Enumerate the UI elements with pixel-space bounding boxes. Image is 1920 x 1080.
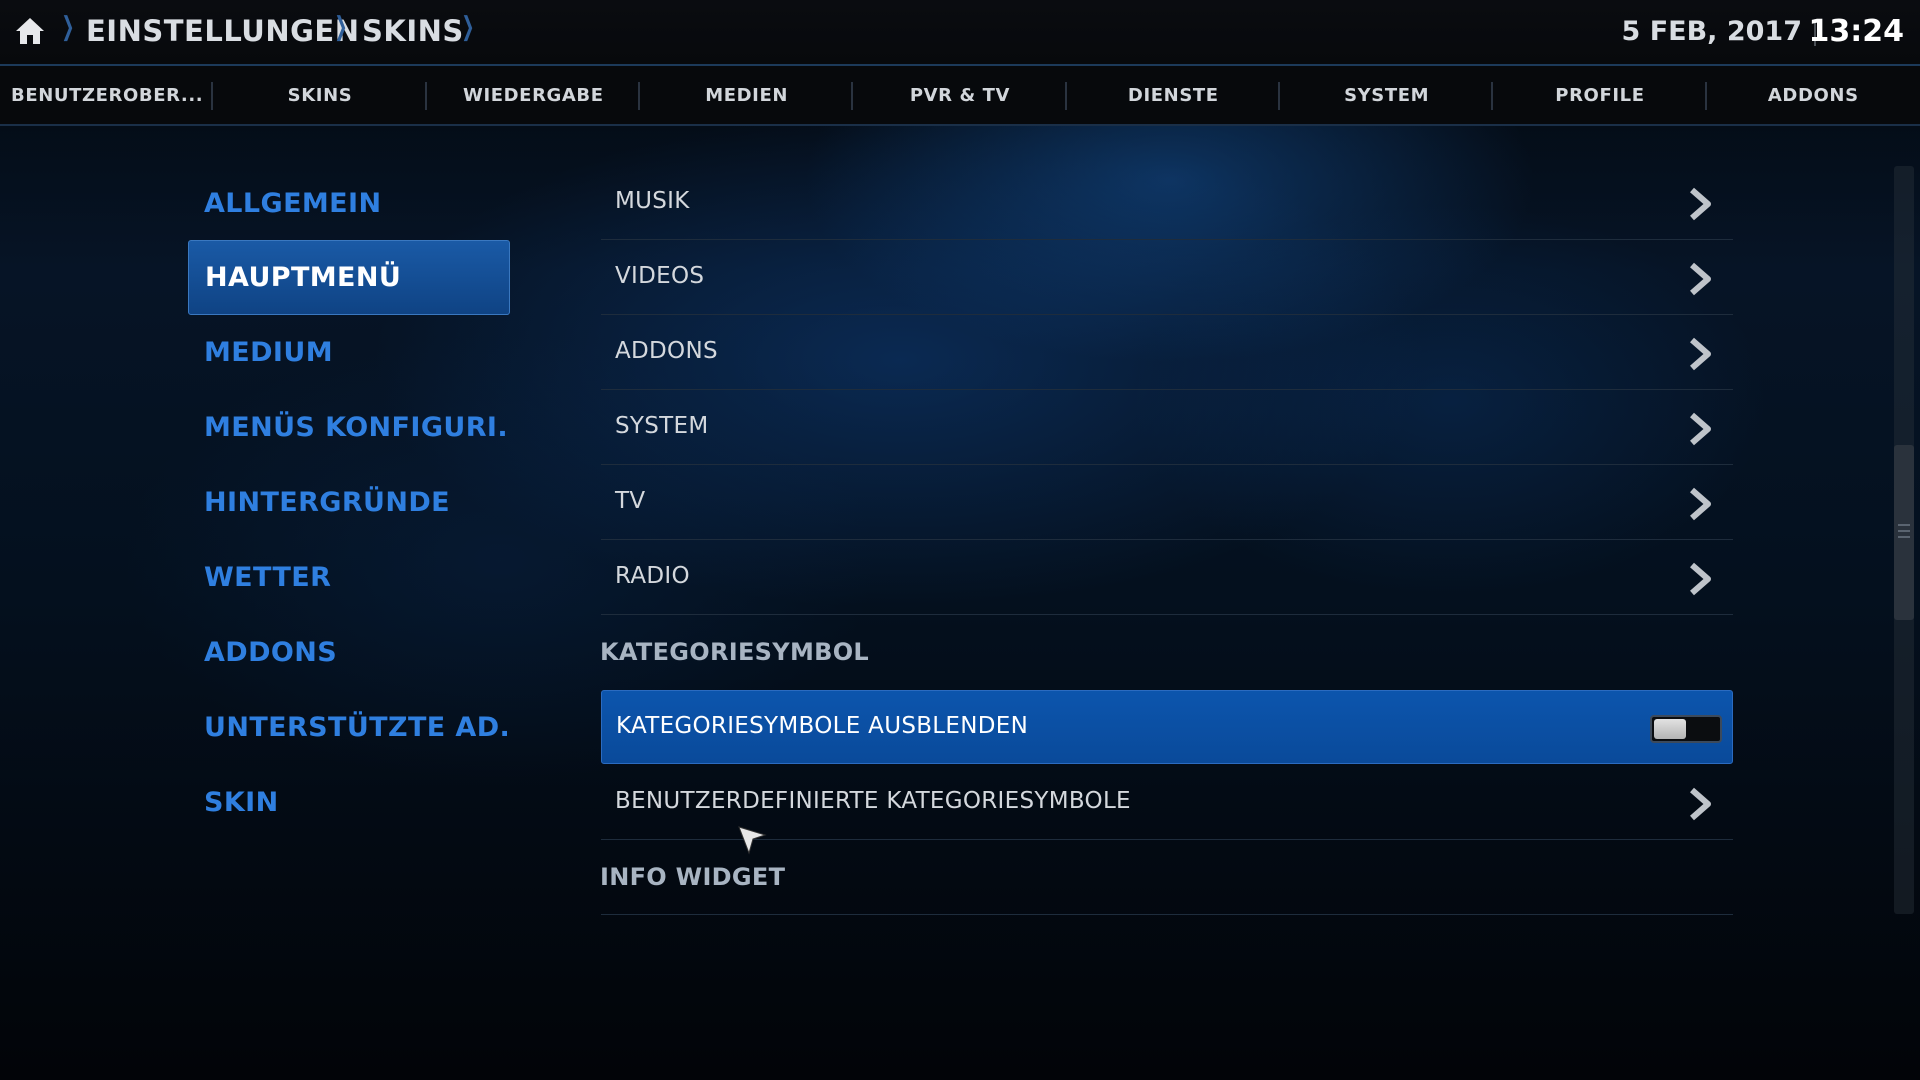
tab-benutzeroberflaeche[interactable]: BENUTZEROBER... (0, 66, 214, 124)
tab-wiedergabe[interactable]: WIEDERGABE (427, 66, 640, 124)
setting-label: VIDEOS (615, 263, 705, 289)
tab-profile[interactable]: PROFILE (1493, 66, 1707, 124)
section-header-info-widget: INFO WIDGET (600, 863, 786, 891)
scrollbar-thumb[interactable] (1894, 445, 1914, 620)
setting-label: ADDONS (615, 338, 718, 364)
setting-row-system[interactable]: SYSTEM (601, 391, 1733, 465)
chevron-right-icon: ❯ (461, 12, 475, 42)
toggle-switch[interactable] (1650, 715, 1722, 743)
breadcrumb-einstellungen[interactable]: EINSTELLUNGEN (86, 14, 359, 48)
chevron-right-icon (1690, 412, 1711, 446)
nav-item-hintergruende[interactable]: HINTERGRÜNDE (188, 465, 510, 540)
nav-item-menues-konfigurieren[interactable]: MENÜS KONFIGURI... (188, 390, 510, 465)
mouse-pointer-icon (738, 826, 767, 855)
setting-label: KATEGORIESYMBOLE AUSBLENDEN (616, 713, 1029, 739)
nav-item-addons[interactable]: ADDONS (188, 615, 510, 690)
chevron-right-icon (1690, 562, 1711, 596)
setting-label: TV (615, 488, 646, 514)
setting-row-addons[interactable]: ADDONS (601, 316, 1733, 390)
breadcrumb-skins[interactable]: SKINS (362, 14, 464, 48)
date-label: 5 FEB, 2017 (1621, 16, 1802, 47)
settings-tab-bar: BENUTZEROBER... SKINS WIEDERGABE MEDIEN … (0, 66, 1920, 126)
kodi-settings-screen: ❯ EINSTELLUNGEN ❯ SKINS ❯ 5 FEB, 2017 13… (0, 0, 1920, 1080)
home-icon[interactable] (14, 16, 46, 46)
tab-skins[interactable]: SKINS (213, 66, 427, 124)
top-bar: ❯ EINSTELLUNGEN ❯ SKINS ❯ 5 FEB, 2017 13… (0, 0, 1920, 66)
setting-label: MUSIK (615, 188, 690, 214)
setting-label: SYSTEM (615, 413, 709, 439)
nav-item-allgemein[interactable]: ALLGEMEIN (188, 166, 510, 241)
clock-label: 13:24 (1808, 14, 1905, 49)
tab-addons[interactable]: ADDONS (1707, 66, 1920, 124)
chevron-right-icon: ❯ (334, 12, 348, 42)
nav-item-hauptmenue[interactable]: HAUPTMENÜ (188, 240, 510, 315)
setting-row-tv[interactable]: TV (601, 466, 1733, 540)
nav-item-wetter[interactable]: WETTER (188, 540, 510, 615)
setting-row-custom-category-icons[interactable]: BENUTZERDEFINIERTE KATEGORIESYMBOLE (601, 766, 1733, 840)
tab-system[interactable]: SYSTEM (1280, 66, 1494, 124)
divider (601, 914, 1733, 915)
setting-row-hide-category-icons[interactable]: KATEGORIESYMBOLE AUSBLENDEN (601, 690, 1733, 764)
nav-item-unterstuetzte-addons[interactable]: UNTERSTÜTZTE AD... (188, 690, 510, 765)
scrollbar-grip (1898, 536, 1910, 538)
section-header-kategoriesymbol: KATEGORIESYMBOL (600, 638, 870, 666)
tab-dienste[interactable]: DIENSTE (1067, 66, 1280, 124)
scrollbar-grip (1898, 530, 1910, 532)
setting-row-musik[interactable]: MUSIK (601, 166, 1733, 240)
toggle-knob (1654, 719, 1686, 739)
tab-pvr-tv[interactable]: PVR & TV (853, 66, 1067, 124)
tab-medien[interactable]: MEDIEN (640, 66, 854, 124)
chevron-right-icon (1690, 337, 1711, 371)
chevron-right-icon (1690, 487, 1711, 521)
setting-label: RADIO (615, 563, 690, 589)
nav-item-skin[interactable]: SKIN (188, 765, 510, 840)
chevron-right-icon: ❯ (61, 12, 75, 42)
setting-row-videos[interactable]: VIDEOS (601, 241, 1733, 315)
chevron-right-icon (1690, 787, 1711, 821)
setting-label: BENUTZERDEFINIERTE KATEGORIESYMBOLE (615, 788, 1131, 814)
nav-item-medium[interactable]: MEDIUM (188, 315, 510, 390)
chevron-right-icon (1690, 187, 1711, 221)
scrollbar-grip (1898, 524, 1910, 526)
chevron-right-icon (1690, 262, 1711, 296)
setting-row-radio[interactable]: RADIO (601, 541, 1733, 615)
